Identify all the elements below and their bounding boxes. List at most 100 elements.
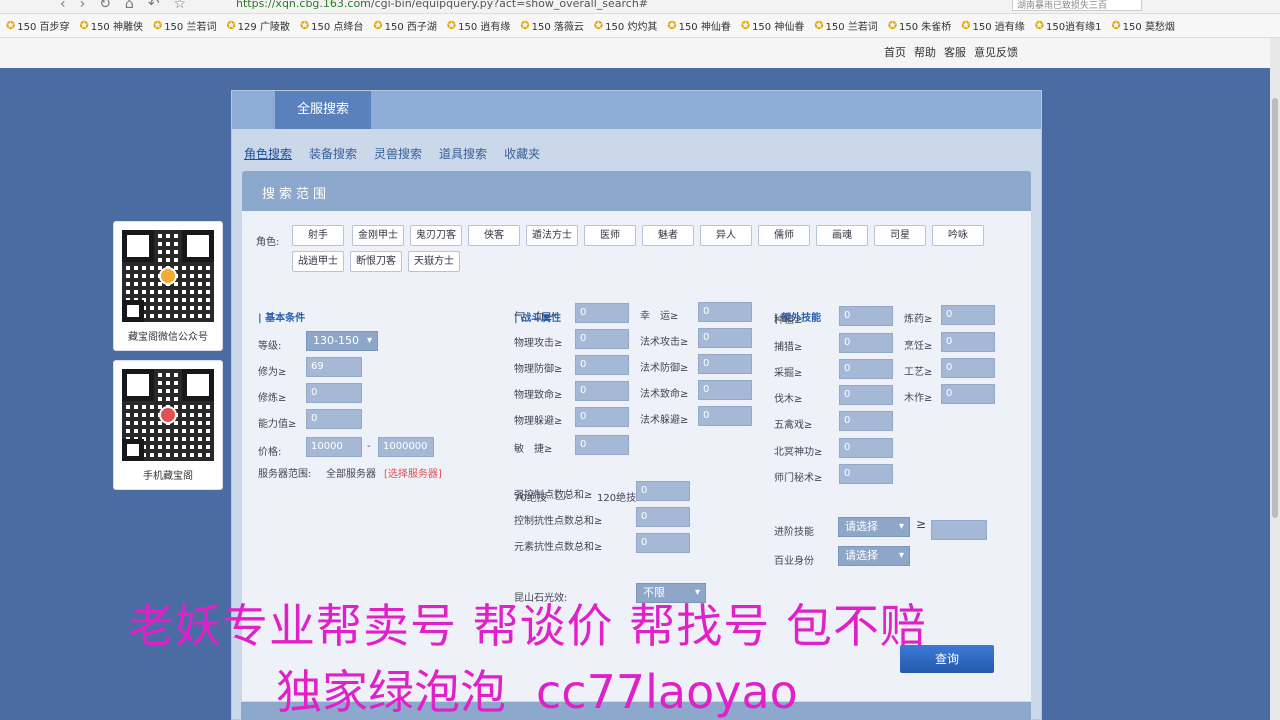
battle-right-label: 法术躲避≥ [640,415,689,426]
advanced-skill-input[interactable] [931,520,987,540]
role-button[interactable]: 魅者 [642,225,694,246]
nav-home[interactable]: 首页 [884,44,906,60]
role-button[interactable]: 医师 [584,225,636,246]
role-button[interactable]: 战逍甲士 [292,251,344,272]
subtab-favorites[interactable]: 收藏夹 [504,145,540,162]
battle-left-input[interactable]: 0 [575,355,629,375]
battle-left-input[interactable]: 0 [575,381,629,401]
price-min-input[interactable]: 10000 [306,437,362,457]
price-max-input[interactable]: 1000000 [378,437,434,457]
bookmark-item[interactable]: ✪ 150 西子湖 [373,18,436,33]
bookmark-item[interactable]: ✪ 150 百步穿 [6,18,69,33]
role-button[interactable]: 画魂 [816,225,868,246]
nav-help[interactable]: 帮助 [914,44,936,60]
skill-left-input[interactable]: 0 [839,385,893,405]
browser-search-box[interactable]: 湖南暴雨已致损失三百 [1012,0,1142,11]
xiulian-input[interactable]: 0 [306,383,362,403]
bookmark-item[interactable]: ✪ 150 逍有缘 [447,18,510,33]
battle-right-input[interactable]: 0 [698,406,752,426]
skill-right-input[interactable]: 0 [941,305,995,325]
battle-right-input[interactable]: 0 [698,354,752,374]
skill-left-input[interactable]: 0 [839,438,893,458]
nav-service[interactable]: 客服 [944,44,966,60]
bookmark-item[interactable]: ✪ 150 落薇云 [520,18,583,33]
bookmark-item[interactable]: ✪ 150 兰若词 [814,18,877,33]
skill-left-input[interactable]: 0 [839,333,893,353]
bookmark-item[interactable]: ✪ 150 神仙眷 [741,18,804,33]
battle-left-input[interactable]: 0 [575,303,629,323]
bookmark-icon: ✪ [1111,19,1121,32]
role-button[interactable]: 侠客 [468,225,520,246]
tab-overall-search[interactable]: 全服搜索 [275,91,371,129]
bookmark-item[interactable]: ✪ 150 朱雀桥 [888,18,951,33]
bookmark-item[interactable]: ✪ 150 灼灼其 [594,18,657,33]
battle-left-input[interactable]: 0 [575,435,629,455]
level-select[interactable]: 130-150 [306,331,378,351]
check-120-label: 120绝技 [597,493,637,504]
battle-extra-input[interactable]: 0 [636,481,690,501]
battle-right-label: 幸 运≥ [640,311,679,322]
bookmark-item[interactable]: ✪ 150 神雕侠 [79,18,142,33]
advanced-skill-select[interactable]: 请选择 [838,517,910,537]
browser-nav-icons[interactable]: ‹›↻⌂↶☆ [60,0,200,12]
role-button[interactable]: 金刚甲士 [352,225,404,246]
battle-extra-input[interactable]: 0 [636,507,690,527]
bookmark-label: 150 神雕侠 [90,22,143,33]
bookmark-item[interactable]: ✪ 129 广陵散 [226,18,289,33]
page-scrollbar[interactable] [1270,38,1280,720]
role-button[interactable]: 吟咏 [932,225,984,246]
skill-left-input[interactable]: 0 [839,411,893,431]
battle-right-input[interactable]: 0 [698,380,752,400]
select-server-link[interactable]: [选择服务器] [384,465,442,480]
overlay-caption-line1: 老妖专业帮卖号 帮谈价 帮找号 包不赔 [128,599,927,653]
battle-extra-input[interactable]: 0 [636,533,690,553]
bookmark-item[interactable]: ✪ 150 神仙眷 [667,18,730,33]
role-button[interactable]: 儒师 [758,225,810,246]
xiuwei-input[interactable]: 69 [306,357,362,377]
nav-feedback[interactable]: 意见反馈 [974,44,1018,60]
subtab-item[interactable]: 道具搜索 [439,145,487,162]
subtab-role[interactable]: 角色搜索 [244,145,292,162]
identity-select[interactable]: 请选择 [838,546,910,566]
role-button[interactable]: 天嶽方士 [408,251,460,272]
battle-right-input[interactable]: 0 [698,302,752,322]
scrollbar-thumb[interactable] [1272,98,1278,518]
address-bar[interactable]: https://xqn.cbg.163.com/cgi-bin/equipque… [236,0,648,10]
role-button[interactable]: 射手 [292,225,344,246]
battle-left-input[interactable]: 0 [575,407,629,427]
battle-left-label: 敏 捷≥ [514,444,553,455]
bookmark-icon: ✪ [814,19,824,32]
basic-section-title: | 基本条件 [258,313,306,324]
skill-left-input[interactable]: 0 [839,464,893,484]
role-button[interactable]: 异人 [700,225,752,246]
bookmark-icon: ✪ [79,19,89,32]
url-path: /cgi-bin/equipquery.py?act=show_overall_… [370,0,649,10]
subtab-equipment[interactable]: 装备搜索 [309,145,357,162]
battle-right-input[interactable]: 0 [698,328,752,348]
role-button[interactable]: 鬼刃刀客 [410,225,462,246]
battle-left-input[interactable]: 0 [575,329,629,349]
ability-input[interactable]: 0 [306,409,362,429]
skill-left-input[interactable]: 0 [839,359,893,379]
wechat-qr-code [122,230,214,322]
bookmark-label: 150 逍有缘 [458,22,511,33]
skill-left-input[interactable]: 0 [839,306,893,326]
subtab-pet[interactable]: 灵兽搜索 [374,145,422,162]
price-label: 价格: [258,447,282,458]
bookmark-icon: ✪ [593,19,604,32]
role-button[interactable]: 司星 [874,225,926,246]
bookmark-item[interactable]: ✪ 150 点绛台 [300,18,363,33]
bookmark-item[interactable]: ✪ 150 兰若词 [153,18,216,33]
skill-right-input[interactable]: 0 [941,358,995,378]
battle-right-label: 法术攻击≥ [640,337,689,348]
bookmark-item[interactable]: ✪ 150 逍有缘 [961,18,1024,33]
tab-strip: 全服搜索 [232,91,1041,129]
role-button[interactable]: 遁法方士 [526,225,578,246]
bookmark-icon: ✪ [520,19,530,32]
bookmark-icon: ✪ [299,19,310,32]
bookmark-item[interactable]: ✪ 150逍有缘1 [1035,18,1102,33]
bookmark-item[interactable]: ✪ 150 莫愁烟 [1111,18,1174,33]
skill-right-input[interactable]: 0 [941,384,995,404]
role-button[interactable]: 断恨刀客 [350,251,402,272]
skill-right-input[interactable]: 0 [941,332,995,352]
